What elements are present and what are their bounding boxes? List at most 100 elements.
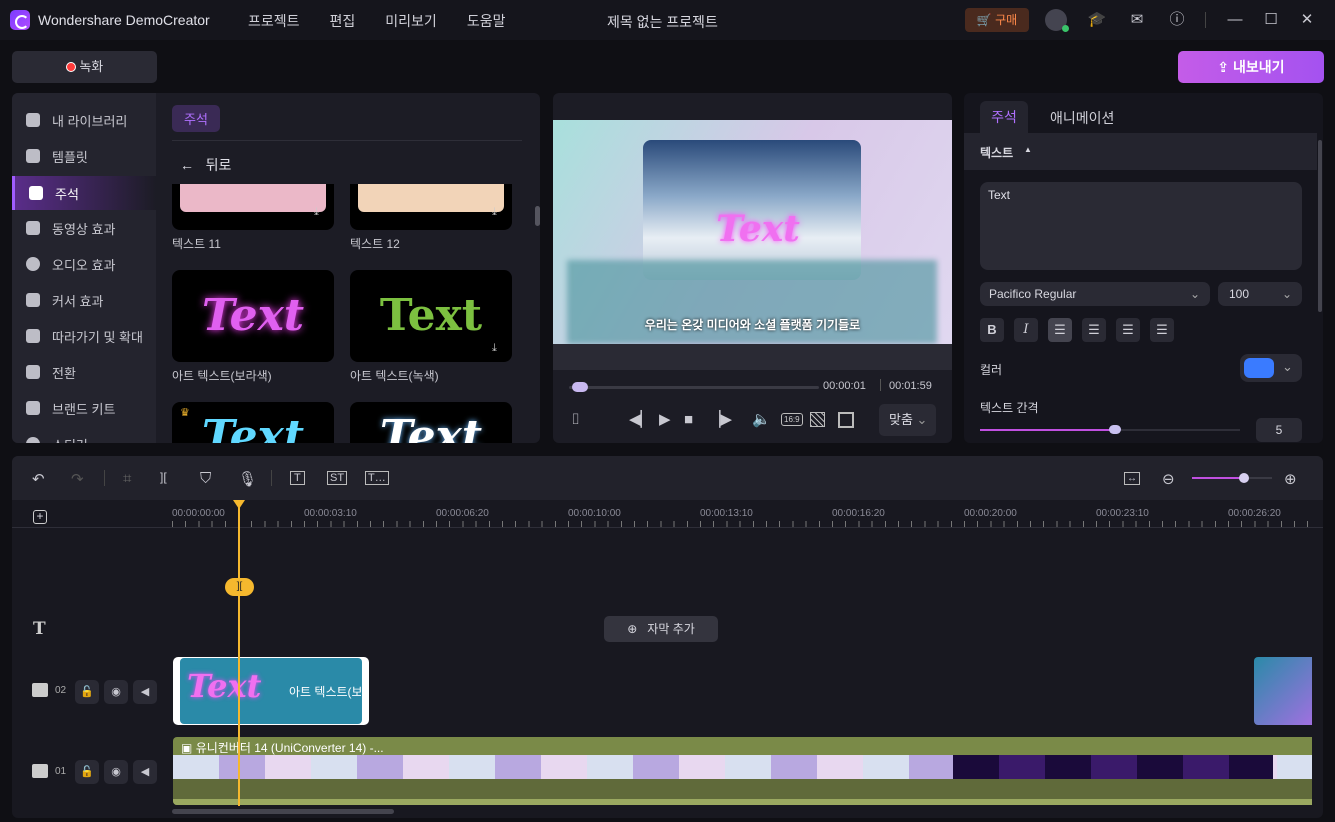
text-input[interactable]: Text	[980, 182, 1302, 270]
camera-icon[interactable]: ⌷	[571, 410, 580, 430]
split-playhead-icon[interactable]: ][	[225, 578, 254, 596]
tab-animation[interactable]: 애니메이션	[1050, 108, 1114, 128]
align-center-icon[interactable]: ☰	[1082, 318, 1106, 342]
menu-preview[interactable]: 미리보기	[385, 11, 437, 31]
ruler-label: 00:00:03:10	[304, 508, 357, 519]
zoom-out-icon[interactable]: ⊖	[1162, 470, 1175, 488]
download-icon[interactable]: ⤓	[314, 206, 319, 219]
scrollbar[interactable]	[1318, 140, 1322, 312]
fit-dropdown[interactable]: 맞춤 ⌄	[879, 404, 936, 436]
slider-knob[interactable]	[1239, 473, 1249, 483]
lock-icon[interactable]: 🔓	[75, 680, 99, 704]
menu-edit[interactable]: 편집	[330, 11, 356, 31]
text-tool-icon[interactable]: T	[290, 471, 305, 485]
microphone-icon[interactable]: 🎙	[238, 470, 257, 488]
next-frame-icon[interactable]: ▕▶	[709, 410, 732, 430]
maximize-icon[interactable]: ☐	[1261, 10, 1281, 30]
undo-icon[interactable]: ↶	[32, 470, 45, 488]
record-button[interactable]: 녹화	[12, 51, 157, 83]
fullscreen-icon[interactable]	[838, 412, 854, 428]
section-header[interactable]: 텍스트 ▲	[964, 133, 1317, 170]
crop-icon[interactable]: ⌗	[123, 470, 131, 487]
align-left-icon[interactable]: ☰	[1048, 318, 1072, 342]
sidebar-item-zoom-follow[interactable]: 따라가기 및 확대	[12, 319, 156, 353]
scrollbar[interactable]	[535, 206, 540, 226]
effect-thumb-art-purple[interactable]: Text	[172, 270, 334, 362]
brand-kit-icon	[26, 401, 40, 415]
background-toggle-icon[interactable]	[810, 412, 825, 427]
menu-help[interactable]: 도움말	[467, 11, 506, 31]
effect-thumb-art-green[interactable]: Text	[350, 270, 512, 362]
help-icon[interactable]: ⓘ	[1167, 10, 1187, 30]
clip-thumbnail[interactable]	[1254, 657, 1312, 725]
font-size-dropdown[interactable]: 100 ⌄	[1218, 282, 1302, 306]
progress-knob[interactable]	[571, 382, 588, 392]
spacing-input[interactable]: 5	[1256, 418, 1302, 442]
stop-icon[interactable]: ■	[684, 410, 693, 430]
sidebar-item-annotation[interactable]: 주석	[12, 176, 156, 210]
close-icon[interactable]: ✕	[1297, 10, 1317, 30]
download-icon[interactable]: ⤓	[492, 342, 497, 355]
export-button[interactable]: ⇪ 내보내기	[1178, 51, 1324, 83]
spacing-slider[interactable]	[980, 425, 1240, 434]
sidebar-item-template[interactable]: 템플릿	[12, 139, 156, 173]
play-icon[interactable]: ▶	[659, 410, 671, 430]
progress-track[interactable]	[569, 386, 819, 389]
effect-thumb-art-cyan[interactable]: Text	[172, 402, 334, 443]
mute-icon[interactable]: ◀	[133, 760, 157, 784]
sidebar-item-transition[interactable]: 전환	[12, 355, 156, 389]
subtitle-tool-icon[interactable]: ST	[327, 471, 348, 485]
sidebar-item-library[interactable]: 내 라이브러리	[12, 103, 156, 137]
sidebar-item-cursor-effect[interactable]: 커서 효과	[12, 283, 156, 317]
color-picker[interactable]: ⌄	[1240, 354, 1302, 382]
italic-button[interactable]: I	[1014, 318, 1038, 342]
text-bubble-icon[interactable]: T…	[365, 471, 389, 485]
buy-button[interactable]: 🛒 구매	[965, 8, 1029, 32]
overlay-text[interactable]: Text	[693, 208, 823, 250]
add-track-icon[interactable]: +	[33, 510, 47, 524]
category-tag[interactable]: 주석	[172, 105, 220, 132]
back-button[interactable]: ← 뒤로	[180, 155, 231, 175]
effect-thumb-art-white[interactable]: Text	[350, 402, 512, 443]
font-dropdown[interactable]: Pacifico Regular ⌄	[980, 282, 1210, 306]
bold-button[interactable]: B	[980, 318, 1004, 342]
previous-frame-icon[interactable]: ◀▏	[629, 410, 652, 430]
redo-icon[interactable]: ↷	[71, 470, 84, 488]
playhead[interactable]	[238, 503, 240, 806]
playhead-handle[interactable]	[233, 500, 245, 509]
zoom-in-icon[interactable]: ⊕	[1284, 470, 1297, 488]
mute-icon[interactable]: ◀	[133, 680, 157, 704]
current-time: 00:00:01	[823, 380, 866, 392]
timeline-zoom-slider[interactable]	[1192, 473, 1272, 483]
video-clip[interactable]: ▣ 유니컨버터 14 (UniConverter 14) -...	[173, 737, 1312, 805]
split-icon[interactable]: ][	[160, 470, 167, 484]
graduation-cap-icon[interactable]: 🎓	[1087, 10, 1107, 30]
effect-thumb-text-12[interactable]	[350, 184, 512, 230]
sidebar-item-video-effect[interactable]: 동영상 효과	[12, 211, 156, 245]
add-subtitle-button[interactable]: ⊕ 자막 추가	[604, 616, 718, 642]
fit-timeline-icon[interactable]: ↔	[1124, 472, 1140, 485]
art-text-clip[interactable]: Text 아트 텍스트(보	[173, 657, 369, 725]
effect-grid: ⤓ ⤓ 텍스트 11 텍스트 12 Text Text ⤓ 아트 텍스트(보라색…	[172, 184, 532, 443]
minimize-icon[interactable]: —	[1225, 10, 1245, 30]
lock-icon[interactable]: 🔓	[75, 760, 99, 784]
align-right-icon[interactable]: ☰	[1116, 318, 1140, 342]
sidebar-item-sticker[interactable]: 스티커	[12, 427, 156, 443]
sidebar-item-brand-kit[interactable]: 브랜드 키트	[12, 391, 156, 425]
effect-thumb-text-11[interactable]	[172, 184, 334, 230]
marker-icon[interactable]: ⛉	[200, 470, 211, 487]
slider-knob[interactable]	[1109, 425, 1122, 434]
menu-project[interactable]: 프로젝트	[248, 11, 300, 31]
aspect-ratio-button[interactable]: 16:9	[781, 413, 803, 426]
volume-icon[interactable]: 🔈	[752, 410, 771, 430]
tab-annotation[interactable]: 주석	[980, 101, 1028, 133]
timeline-scrollbar[interactable]	[172, 809, 394, 814]
mail-icon[interactable]: ✉	[1127, 10, 1147, 30]
align-justify-icon[interactable]: ☰	[1150, 318, 1174, 342]
sidebar-item-audio-effect[interactable]: 오디오 효과	[12, 247, 156, 281]
app-logo	[10, 10, 30, 30]
eye-icon[interactable]: ◉	[104, 760, 128, 784]
video-canvas[interactable]: Text 우리는 온갖 미디어와 소셜 플랫폼 기기들로	[553, 120, 952, 344]
eye-icon[interactable]: ◉	[104, 680, 128, 704]
download-icon[interactable]: ⤓	[492, 206, 497, 219]
